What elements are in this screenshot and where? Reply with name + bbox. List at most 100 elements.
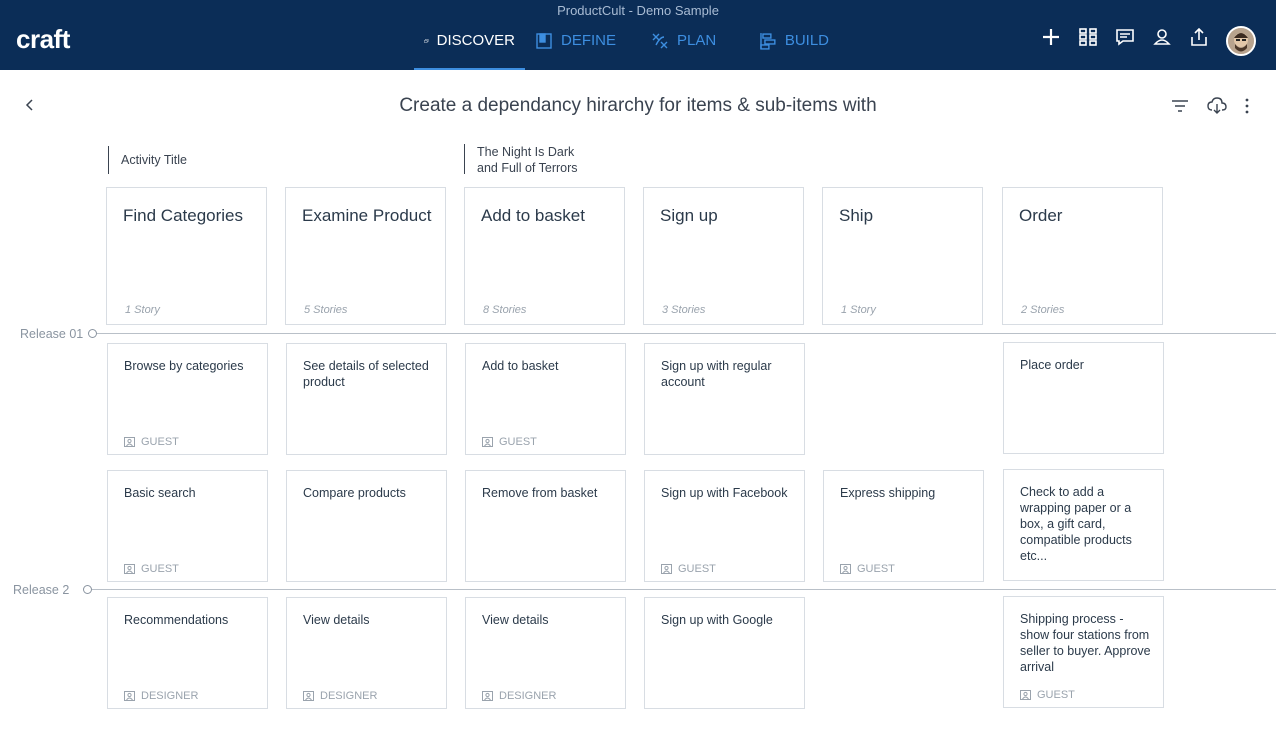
activity-title: Sign up bbox=[660, 206, 718, 225]
persona-tag: DESIGNER bbox=[482, 690, 556, 702]
release-line bbox=[92, 589, 1276, 590]
download-icon[interactable] bbox=[1207, 96, 1227, 116]
story-card[interactable]: Recommendations DESIGNER bbox=[107, 597, 268, 709]
story-count: 3 Stories bbox=[662, 304, 706, 316]
tab-label: BUILD bbox=[784, 32, 829, 49]
story-title: See details of selected product bbox=[303, 359, 429, 389]
release-marker[interactable] bbox=[83, 585, 92, 594]
story-title: Compare products bbox=[303, 486, 406, 500]
story-card[interactable]: Shipping process - show four stations fr… bbox=[1003, 596, 1164, 708]
persona-icon bbox=[482, 691, 493, 701]
activity-card[interactable]: Find Categories 1 Story bbox=[106, 187, 267, 325]
tab-define[interactable]: DEFINE bbox=[525, 22, 641, 70]
header-actions bbox=[1040, 26, 1225, 48]
story-count: 2 Stories bbox=[1021, 304, 1065, 316]
story-card[interactable]: View details DESIGNER bbox=[286, 597, 447, 709]
release-marker[interactable] bbox=[88, 329, 97, 338]
story-card[interactable]: Basic search GUEST bbox=[107, 470, 268, 582]
story-count: 8 Stories bbox=[483, 304, 527, 316]
persona-icon bbox=[661, 564, 672, 574]
release-label: Release 2 bbox=[13, 583, 70, 597]
story-card[interactable]: View details DESIGNER bbox=[465, 597, 626, 709]
story-card[interactable]: Place order bbox=[1003, 342, 1164, 454]
persona-tag: GUEST bbox=[482, 436, 537, 448]
story-title: Recommendations bbox=[124, 613, 229, 627]
persona-icon bbox=[482, 437, 493, 447]
more-icon[interactable] bbox=[1237, 96, 1257, 116]
persona-tag: GUEST bbox=[840, 563, 895, 575]
users-icon[interactable] bbox=[1151, 26, 1173, 48]
app-title: ProductCult - Demo Sample bbox=[557, 3, 719, 18]
persona-icon bbox=[124, 437, 135, 447]
activity-card[interactable]: Sign up 3 Stories bbox=[643, 187, 804, 325]
night-label: The Night Is Dark and Full of Terrors bbox=[464, 144, 578, 175]
story-card[interactable]: Sign up with Facebook GUEST bbox=[644, 470, 805, 582]
story-title: Place order bbox=[1020, 358, 1084, 372]
story-card[interactable]: Remove from basket bbox=[465, 470, 626, 582]
build-icon bbox=[760, 33, 776, 50]
story-title: Add to basket bbox=[482, 359, 559, 373]
tab-label: DEFINE bbox=[561, 32, 617, 49]
tab-label: PLAN bbox=[677, 32, 717, 49]
activity-title-label: Activity Title bbox=[108, 146, 187, 174]
filter-icon[interactable] bbox=[1170, 96, 1190, 116]
story-count: 5 Stories bbox=[304, 304, 348, 316]
activity-card[interactable]: Examine Product 5 Stories bbox=[285, 187, 446, 325]
story-card[interactable]: Check to add a wrapping paper or a box, … bbox=[1003, 469, 1164, 581]
story-card[interactable]: See details of selected product bbox=[286, 343, 447, 455]
plan-icon bbox=[652, 33, 668, 49]
persona-tag: DESIGNER bbox=[303, 690, 377, 702]
activity-card[interactable]: Add to basket 8 Stories bbox=[464, 187, 625, 325]
define-icon bbox=[536, 33, 552, 49]
page-title: Create a dependancy hirarchy for items &… bbox=[399, 95, 877, 116]
story-card[interactable]: Sign up with Google bbox=[644, 597, 805, 709]
persona-tag: GUEST bbox=[124, 563, 179, 575]
top-bar: ProductCult - Demo Sample craft DISCOVER… bbox=[0, 0, 1276, 70]
activity-card[interactable]: Order 2 Stories bbox=[1002, 187, 1163, 325]
tab-label: DISCOVER bbox=[436, 32, 515, 49]
share-icon[interactable] bbox=[1188, 26, 1210, 48]
tab-build[interactable]: BUILD bbox=[749, 22, 839, 70]
tab-discover[interactable]: DISCOVER bbox=[414, 22, 525, 70]
story-title: View details bbox=[303, 613, 370, 627]
story-title: Sign up with Facebook bbox=[661, 486, 788, 500]
activity-card[interactable]: Ship 1 Story bbox=[822, 187, 983, 325]
comment-icon[interactable] bbox=[1114, 26, 1136, 48]
persona-tag: GUEST bbox=[124, 436, 179, 448]
activity-title: Order bbox=[1019, 206, 1063, 225]
persona-tag: GUEST bbox=[1020, 689, 1075, 701]
story-title: Check to add a wrapping paper or a box, … bbox=[1020, 485, 1132, 563]
story-count: 1 Story bbox=[125, 304, 160, 316]
persona-icon bbox=[840, 564, 851, 574]
story-count: 1 Story bbox=[841, 304, 876, 316]
persona-icon bbox=[1020, 690, 1031, 700]
story-title: Browse by categories bbox=[124, 359, 244, 373]
activity-title: Add to basket bbox=[481, 206, 585, 225]
story-title: Express shipping bbox=[840, 486, 936, 500]
persona-icon bbox=[124, 691, 135, 701]
story-card[interactable]: Compare products bbox=[286, 470, 447, 582]
story-title: Sign up with Google bbox=[661, 613, 773, 627]
craft-logo[interactable]: craft bbox=[16, 23, 70, 55]
activity-title: Find Categories bbox=[123, 206, 244, 225]
story-title: Shipping process - show four stations fr… bbox=[1020, 612, 1151, 674]
tab-plan[interactable]: PLAN bbox=[641, 22, 749, 70]
story-card[interactable]: Sign up with regular account bbox=[644, 343, 805, 455]
activity-title: Ship bbox=[839, 206, 874, 225]
persona-icon bbox=[124, 564, 135, 574]
story-card[interactable]: Browse by categories GUEST bbox=[107, 343, 268, 455]
grid-icon[interactable] bbox=[1077, 26, 1099, 48]
story-card[interactable]: Express shipping GUEST bbox=[823, 470, 984, 582]
story-title: Sign up with regular account bbox=[661, 359, 772, 389]
persona-tag: GUEST bbox=[661, 563, 716, 575]
plus-icon[interactable] bbox=[1040, 26, 1062, 48]
release-label: Release 01 bbox=[20, 327, 84, 341]
story-card[interactable]: Add to basket GUEST bbox=[465, 343, 626, 455]
discover-icon bbox=[424, 39, 429, 43]
story-title: Remove from basket bbox=[482, 486, 598, 500]
main-tabs: DISCOVER DEFINE PLAN BUILD bbox=[414, 22, 839, 70]
release-line bbox=[97, 333, 1276, 334]
avatar[interactable] bbox=[1226, 26, 1256, 56]
persona-tag: DESIGNER bbox=[124, 690, 198, 702]
story-title: View details bbox=[482, 613, 549, 627]
